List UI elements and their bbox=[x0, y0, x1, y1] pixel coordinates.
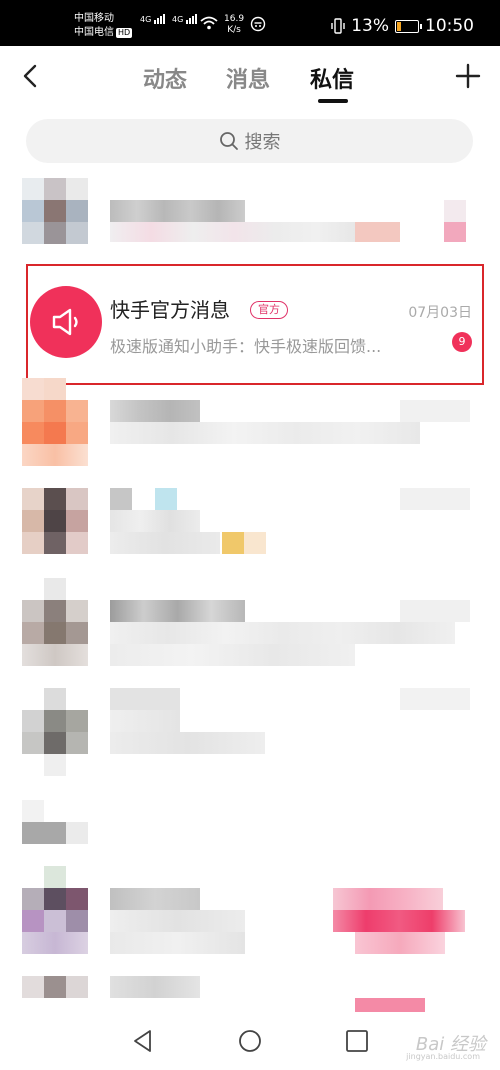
status-right: 13% 10:50 bbox=[331, 16, 474, 36]
list-item[interactable] bbox=[0, 488, 500, 570]
search-icon bbox=[219, 132, 238, 150]
vibrate-icon bbox=[331, 18, 345, 34]
unread-count-badge: 9 bbox=[452, 332, 472, 352]
official-badge: 官方 bbox=[250, 301, 288, 319]
back-icon[interactable] bbox=[20, 64, 44, 88]
conversation-title: 快手官方消息 bbox=[110, 298, 230, 322]
network-type-2: 4G bbox=[172, 15, 184, 24]
list-item[interactable] bbox=[0, 578, 500, 670]
list-item[interactable] bbox=[0, 178, 500, 260]
system-nav-bar: Bai 经验 jingyan.baidu.com bbox=[0, 1012, 500, 1070]
tab-messages[interactable]: 消息 bbox=[226, 62, 270, 94]
app-notification-icon bbox=[250, 16, 266, 32]
hd-badge: HD bbox=[116, 28, 133, 38]
message-preview: 极速版通知小助手：快手极速版回馈... bbox=[110, 337, 382, 356]
signal-icon-2: 4G bbox=[172, 14, 198, 24]
active-tab-indicator bbox=[318, 99, 348, 103]
speed-value: 16.9 bbox=[224, 14, 245, 24]
list-item[interactable] bbox=[0, 800, 500, 850]
list-item[interactable] bbox=[0, 688, 500, 778]
network-speed: 16.9 K/s bbox=[224, 14, 244, 36]
network-type: 4G bbox=[140, 15, 152, 24]
list-item[interactable] bbox=[0, 378, 500, 468]
clock: 10:50 bbox=[425, 16, 474, 36]
wifi-icon bbox=[200, 16, 218, 30]
search-bar[interactable]: 搜索 bbox=[26, 119, 473, 163]
signal-icon: 4G bbox=[140, 14, 166, 24]
nav-back-icon[interactable] bbox=[130, 1028, 156, 1054]
battery-percent: 13% bbox=[351, 16, 389, 36]
megaphone-icon bbox=[52, 308, 78, 336]
tab-dynamic[interactable]: 动态 bbox=[143, 62, 187, 94]
top-nav: 动态 消息 私信 bbox=[0, 46, 500, 108]
add-icon[interactable] bbox=[454, 62, 482, 90]
nav-home-icon[interactable] bbox=[237, 1028, 263, 1054]
nav-recents-icon[interactable] bbox=[344, 1028, 370, 1054]
carrier-1: 中国移动 bbox=[74, 13, 114, 24]
carrier-2: 中国电信 bbox=[74, 27, 114, 38]
search-placeholder: 搜索 bbox=[244, 132, 281, 153]
watermark-url: jingyan.baidu.com bbox=[406, 1052, 480, 1061]
official-message-item[interactable]: 快手官方消息 官方 07月03日 极速版通知小助手：快手极速版回馈... 9 bbox=[26, 264, 484, 385]
conversation-date: 07月03日 bbox=[408, 305, 472, 321]
speed-unit: K/s bbox=[227, 25, 241, 35]
battery-icon bbox=[395, 19, 422, 33]
carrier-info: 中国移动 中国电信 HD bbox=[74, 12, 133, 40]
status-bar: 中国移动 中国电信 HD 4G 4G 16.9 K/s 13% 10:50 bbox=[0, 0, 500, 46]
list-item[interactable] bbox=[0, 866, 500, 958]
list-item[interactable] bbox=[0, 976, 500, 1016]
tab-private-messages[interactable]: 私信 bbox=[310, 62, 354, 94]
avatar bbox=[30, 286, 102, 358]
